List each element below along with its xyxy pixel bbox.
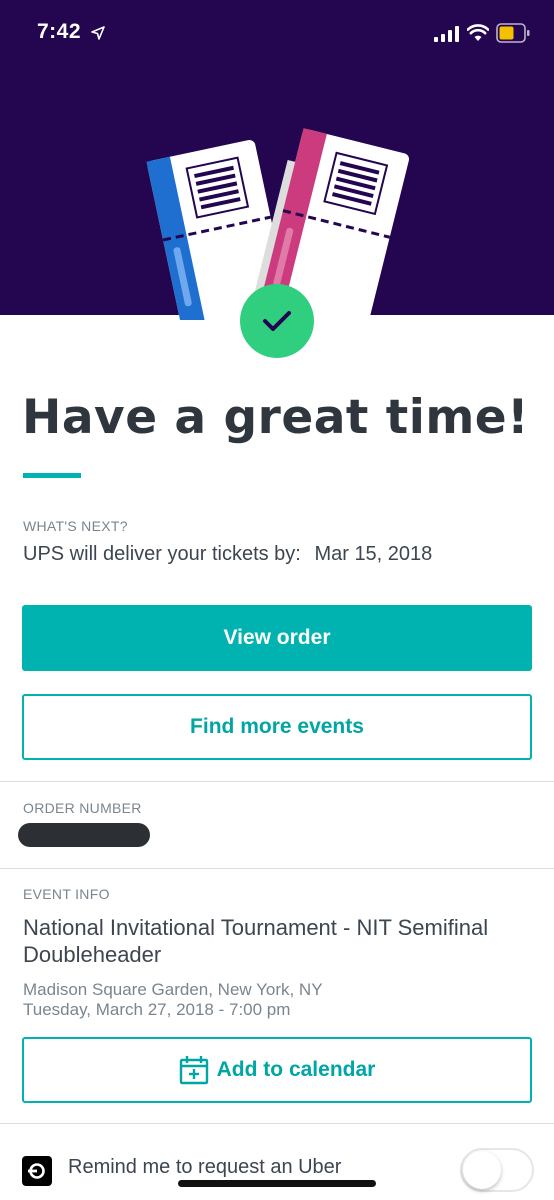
status-bar: 7:42 bbox=[0, 0, 554, 66]
success-badge bbox=[240, 284, 314, 358]
event-info-label: EVENT INFO bbox=[23, 886, 110, 902]
divider bbox=[0, 868, 554, 869]
wifi-icon bbox=[467, 24, 489, 41]
battery-icon bbox=[496, 23, 530, 43]
home-indicator bbox=[178, 1180, 376, 1187]
order-number-redacted bbox=[18, 823, 150, 847]
uber-reminder-label: Remind me to request an Uber bbox=[68, 1156, 342, 1178]
status-time: 7:42 bbox=[37, 20, 82, 43]
uber-reminder-toggle[interactable] bbox=[460, 1148, 534, 1192]
event-venue: Madison Square Garden, New York, NY bbox=[23, 980, 323, 999]
order-number-label: ORDER NUMBER bbox=[23, 800, 142, 816]
view-order-button[interactable]: View order bbox=[22, 605, 532, 671]
hero-banner: 7:42 bbox=[0, 0, 554, 320]
cellular-signal-icon bbox=[434, 26, 459, 42]
checkmark-icon bbox=[263, 311, 291, 331]
calendar-add-icon bbox=[179, 1056, 208, 1085]
toggle-knob bbox=[463, 1151, 501, 1189]
divider bbox=[0, 781, 554, 782]
delivery-info: UPS will deliver your tickets by: Mar 15… bbox=[23, 543, 432, 566]
whats-next-label: WHAT'S NEXT? bbox=[23, 518, 128, 534]
event-title: National Invitational Tournament - NIT S… bbox=[23, 915, 489, 967]
delivery-date: Mar 15, 2018 bbox=[314, 543, 433, 565]
accent-underline bbox=[23, 473, 81, 478]
event-datetime: Tuesday, March 27, 2018 - 7:00 pm bbox=[23, 1000, 291, 1019]
location-arrow-icon bbox=[91, 26, 105, 40]
confirmation-headline: Have a great time! bbox=[22, 390, 530, 445]
add-to-calendar-button[interactable]: Add to calendar bbox=[22, 1037, 532, 1103]
find-more-events-button[interactable]: Find more events bbox=[22, 694, 532, 760]
delivery-text: UPS will deliver your tickets by: bbox=[23, 543, 301, 565]
order-confirmation-screen: 7:42 Have a great time! WHAT'S NEXT? UPS… bbox=[0, 0, 554, 1200]
add-to-calendar-label: Add to calendar bbox=[216, 1058, 376, 1081]
uber-logo-icon bbox=[22, 1156, 52, 1186]
uber-reminder-row: Remind me to request an Uber bbox=[0, 1124, 554, 1200]
